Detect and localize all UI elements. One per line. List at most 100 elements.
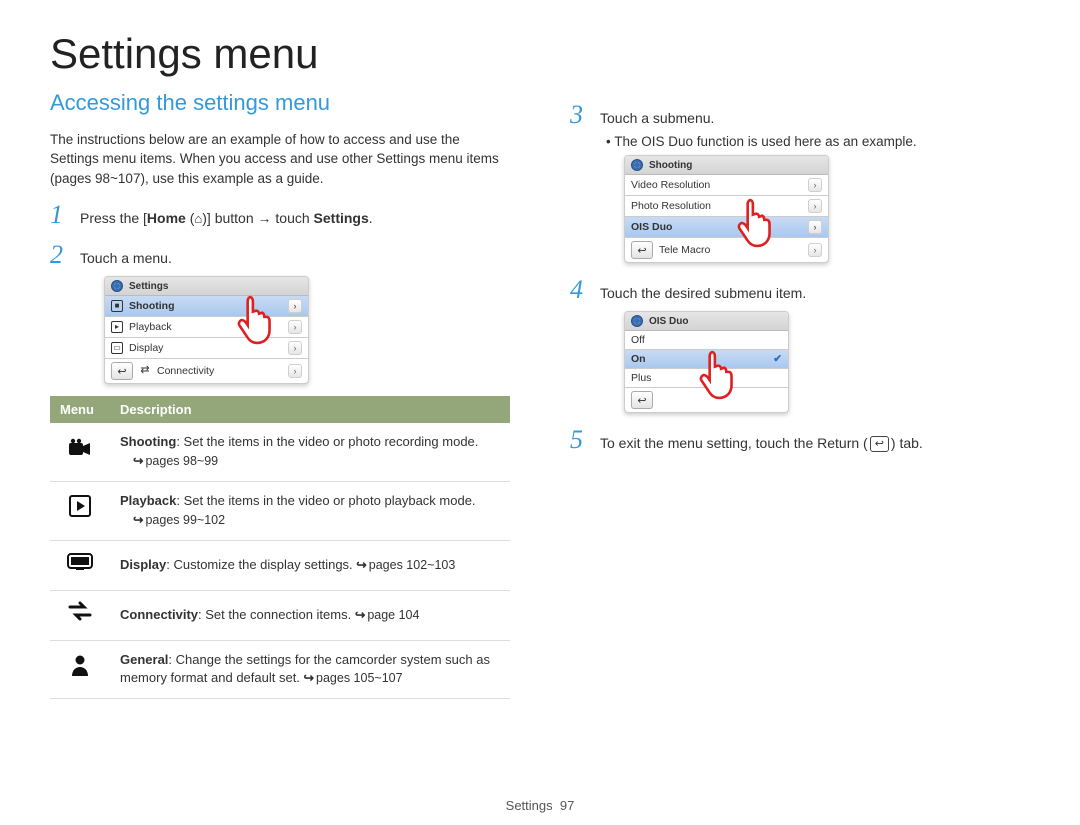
play-icon: ▸ <box>111 321 123 333</box>
step1-end: . <box>369 210 373 226</box>
camcorder-icon: ■ <box>111 300 123 312</box>
chevron-right-icon: › <box>808 243 822 257</box>
submenu-item[interactable]: Photo Resolution › <box>625 196 828 217</box>
display-icon <box>50 540 110 590</box>
device-header: Settings <box>105 277 308 296</box>
row-text: : Set the items in the video or photo pl… <box>176 493 475 508</box>
right-column: 3 Touch a submenu. The OIS Duo function … <box>570 90 1030 699</box>
display-icon: ▭ <box>111 342 123 354</box>
row-label: Shooting <box>129 300 175 312</box>
shooting-menu-screenshot: Shooting Video Resolution › Photo Resolu… <box>624 155 829 263</box>
th-menu: Menu <box>50 396 110 423</box>
step2-text: Touch a menu. <box>80 248 172 269</box>
device-header-label: Shooting <box>649 160 692 171</box>
submenu-item[interactable]: ↩ Tele Macro › <box>625 238 828 262</box>
step5-pre: To exit the menu setting, touch the Retu… <box>600 435 868 451</box>
row-text: : Set the connection items. <box>198 607 355 622</box>
page-title: Settings menu <box>50 30 1030 78</box>
device-header-label: OIS Duo <box>649 316 688 327</box>
row-label: Photo Resolution <box>631 200 711 212</box>
step-4: 4 Touch the desired submenu item. <box>570 275 1030 305</box>
table-row: Shooting: Set the items in the video or … <box>50 423 510 481</box>
step-3: 3 Touch a submenu. <box>570 100 1030 130</box>
footer-page: 97 <box>560 798 574 813</box>
row-name: Shooting <box>120 434 176 449</box>
row-name: Connectivity <box>120 607 198 622</box>
th-description: Description <box>110 396 510 423</box>
oisduo-menu-screenshot: OIS Duo Off On ✔ Plus ↩ <box>624 311 789 413</box>
row-label: Off <box>631 334 645 346</box>
step1-settings: Settings <box>314 210 369 226</box>
table-row: Display: Customize the display settings.… <box>50 540 510 590</box>
gear-icon <box>631 159 643 171</box>
submenu-item-oisduo[interactable]: OIS Duo › <box>625 217 828 238</box>
option-off[interactable]: Off <box>625 331 788 350</box>
step1-post: ] button → touch <box>207 210 314 226</box>
table-row: Connectivity: Set the connection items. … <box>50 590 510 640</box>
menu-item-playback[interactable]: ▸ Playback › <box>105 317 308 338</box>
return-icon[interactable]: ↩ <box>631 241 653 259</box>
page-footer: Settings 97 <box>0 798 1080 813</box>
connectivity-icon: ⇄ <box>139 365 151 377</box>
intro-text: The instructions below are an example of… <box>50 130 510 189</box>
row-name: Display <box>120 557 166 572</box>
menu-item-display[interactable]: ▭ Display › <box>105 338 308 359</box>
step1-pre: Press the [ <box>80 210 147 226</box>
table-row: Playback: Set the items in the video or … <box>50 481 510 540</box>
step5-post: ) tab. <box>891 435 923 451</box>
chevron-right-icon: › <box>288 320 302 334</box>
row-label: Tele Macro <box>659 244 710 256</box>
gear-icon <box>111 280 123 292</box>
return-icon[interactable]: ↩ <box>631 391 653 409</box>
table-row: General: Change the settings for the cam… <box>50 640 510 699</box>
device-header-label: Settings <box>129 281 168 292</box>
section-title: Accessing the settings menu <box>50 90 510 116</box>
device-header: OIS Duo <box>625 312 788 331</box>
row-name: General <box>120 652 168 667</box>
chevron-right-icon: › <box>808 199 822 213</box>
step-number: 2 <box>50 240 68 270</box>
page-ref: pages 102~103 <box>356 558 455 572</box>
option-on[interactable]: On ✔ <box>625 350 788 369</box>
row-text: : Customize the display settings. <box>166 557 356 572</box>
step-number: 3 <box>570 100 588 130</box>
step3-text: Touch a submenu. <box>600 108 714 129</box>
menu-item-shooting[interactable]: ■ Shooting › <box>105 296 308 317</box>
return-icon: ↩ <box>870 436 889 452</box>
page-ref: pages 105~107 <box>304 671 403 685</box>
home-icon: ⌂ <box>194 211 202 226</box>
general-icon <box>50 640 110 699</box>
option-plus[interactable]: Plus <box>625 369 788 388</box>
page-ref: page 104 <box>355 608 420 622</box>
chevron-right-icon: › <box>288 299 302 313</box>
connectivity-icon <box>50 590 110 640</box>
check-icon: ✔ <box>773 353 782 365</box>
submenu-item[interactable]: Video Resolution › <box>625 175 828 196</box>
page-ref: pages 99~102 <box>133 513 225 527</box>
row-name: Playback <box>120 493 176 508</box>
menu-description-table: Menu Description Shooting: Set the items… <box>50 396 510 699</box>
row-label: Connectivity <box>157 365 214 377</box>
chevron-right-icon: › <box>808 220 822 234</box>
gear-icon <box>631 315 643 327</box>
step1-home: Home <box>147 210 186 226</box>
footer-label: Settings <box>506 798 553 813</box>
step-2: 2 Touch a menu. <box>50 240 510 270</box>
row-label: Plus <box>631 372 651 384</box>
chevron-right-icon: › <box>288 341 302 355</box>
row-label: OIS Duo <box>631 221 672 233</box>
menu-item-connectivity[interactable]: ↩ ⇄ Connectivity › <box>105 359 308 383</box>
step-number: 5 <box>570 425 588 455</box>
settings-menu-screenshot: Settings ■ Shooting › ▸ Playback › ▭ Dis… <box>104 276 309 384</box>
row-text: : Set the items in the video or photo re… <box>176 434 478 449</box>
chevron-right-icon: › <box>288 364 302 378</box>
row-label: On <box>631 353 646 365</box>
step4-text: Touch the desired submenu item. <box>600 283 806 304</box>
step-number: 1 <box>50 200 68 230</box>
row-label: Video Resolution <box>631 179 710 191</box>
left-column: Accessing the settings menu The instruct… <box>50 90 510 699</box>
step3-note: The OIS Duo function is used here as an … <box>606 134 1030 149</box>
camcorder-icon <box>50 423 110 481</box>
return-icon[interactable]: ↩ <box>111 362 133 380</box>
device-footer: ↩ <box>625 388 788 412</box>
